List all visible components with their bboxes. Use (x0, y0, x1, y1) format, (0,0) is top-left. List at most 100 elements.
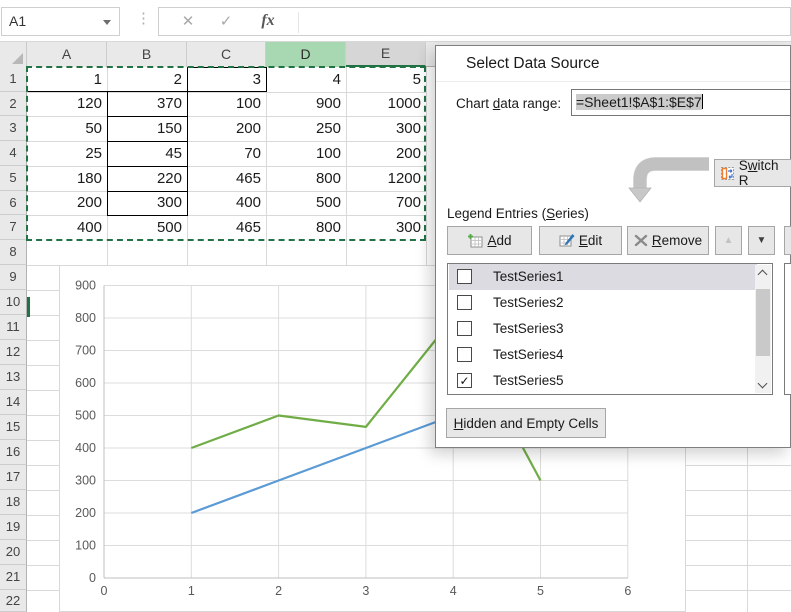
row-header-16[interactable]: 16 (0, 440, 27, 465)
move-up-button[interactable]: ▲ (715, 226, 742, 255)
formula-toolbar: A1 ⋮ ✕ ✓ fx (0, 0, 791, 41)
gridline (686, 490, 791, 491)
series-list-item[interactable]: TestSeries3 (449, 316, 757, 342)
insert-function-icon[interactable]: fx (255, 12, 281, 30)
row-header-3[interactable]: 3 (0, 116, 27, 141)
svg-text:500: 500 (75, 409, 96, 423)
svg-text:5: 5 (537, 584, 544, 598)
toolbar-grip-icon: ⋮ (136, 9, 151, 27)
add-series-button[interactable]: Add (447, 226, 532, 255)
row-header-19[interactable]: 19 (0, 515, 27, 540)
scrollbar-thumb[interactable] (756, 289, 770, 356)
svg-text:0: 0 (101, 584, 108, 598)
series-checkbox[interactable]: ✓ (457, 373, 472, 388)
move-up-icon: ▲ (724, 235, 734, 246)
row-header-22[interactable]: 22 (0, 590, 27, 612)
row-header-20[interactable]: 20 (0, 540, 27, 565)
row-header-4[interactable]: 4 (0, 141, 27, 166)
row-header-7[interactable]: 7 (0, 215, 27, 240)
chart-data-range-input[interactable]: =Sheet1!$A$1:$E$7 (571, 89, 791, 116)
move-down-button[interactable]: ▼ (748, 226, 775, 255)
remove-button-label: Remove (652, 233, 702, 248)
row-header-9[interactable]: 9 (0, 265, 27, 290)
row-header-14[interactable]: 14 (0, 390, 27, 415)
series-name: TestSeries4 (493, 347, 564, 362)
row-header-13[interactable]: 13 (0, 365, 27, 390)
hidden-and-empty-cells-button[interactable]: Hidden and Empty Cells (446, 408, 606, 438)
excel-window: A1 ⋮ ✕ ✓ fx A B C D E 1 2 3 4 5 6 7 8 9 … (0, 0, 791, 612)
row-header-18[interactable]: 18 (0, 490, 27, 515)
series-name: TestSeries1 (493, 269, 564, 284)
column-header-c[interactable]: C (187, 42, 266, 67)
flow-arrow-icon (621, 154, 711, 214)
scroll-down-icon[interactable] (758, 379, 768, 389)
row-header-17[interactable]: 17 (0, 465, 27, 490)
gridline (27, 565, 59, 566)
series-name: TestSeries3 (493, 321, 564, 336)
svg-text:900: 900 (75, 279, 96, 293)
add-icon (467, 233, 483, 248)
switch-row-column-button[interactable]: Switch R (714, 159, 791, 187)
hidden-button-label: Hidden and Empty Cells (454, 416, 599, 431)
series-list-item[interactable]: ✓ TestSeries5 (449, 368, 757, 394)
svg-text:200: 200 (75, 506, 96, 520)
enter-icon[interactable]: ✓ (213, 12, 239, 30)
gridline (27, 515, 59, 516)
row-header-8[interactable]: 8 (0, 240, 27, 265)
select-all-corner[interactable] (0, 42, 27, 67)
row-header-15[interactable]: 15 (0, 415, 27, 440)
gridline (27, 490, 59, 491)
series-checkbox[interactable] (457, 269, 472, 284)
gridline (27, 340, 59, 341)
chart-data-range-label: Chart data range: (456, 96, 561, 111)
row-header-21[interactable]: 21 (0, 565, 27, 590)
row-header-1[interactable]: 1 (0, 67, 27, 92)
edit-button-label: Edit (579, 233, 602, 248)
remove-series-button[interactable]: Remove (627, 226, 709, 255)
series-list-item[interactable]: TestSeries1 (449, 264, 757, 290)
row-header-10[interactable]: 10 (0, 290, 27, 315)
remove-icon (634, 234, 648, 247)
gridline (27, 540, 59, 541)
series-checkbox[interactable] (457, 321, 472, 336)
select-data-source-dialog: Select Data Source Chart data range: =Sh… (435, 45, 791, 448)
formula-bar[interactable]: ✕ ✓ fx (158, 7, 791, 36)
svg-text:6: 6 (624, 584, 631, 598)
row-header-2[interactable]: 2 (0, 92, 27, 116)
series-list-item[interactable]: TestSeries2 (449, 290, 757, 316)
row-header-12[interactable]: 12 (0, 340, 27, 365)
svg-text:4: 4 (450, 584, 457, 598)
dialog-title: Select Data Source (466, 55, 600, 73)
series-list-item[interactable]: TestSeries4 (449, 342, 757, 368)
name-box-dropdown-icon[interactable] (103, 20, 111, 25)
column-header-b[interactable]: B (107, 42, 187, 67)
series-checkbox[interactable] (457, 295, 472, 310)
column-header-e[interactable]: E (346, 42, 426, 67)
selection-marquee (26, 66, 426, 241)
series-checkbox[interactable] (457, 347, 472, 362)
switch-row-column-icon (720, 166, 735, 181)
text-cursor (702, 94, 703, 109)
row-header-6[interactable]: 6 (0, 191, 27, 215)
cancel-icon[interactable]: ✕ (175, 12, 201, 30)
svg-text:2: 2 (275, 584, 282, 598)
row-header-11[interactable]: 11 (0, 315, 27, 340)
edit-series-button[interactable]: Edit (539, 226, 622, 255)
series-name: TestSeries5 (493, 373, 564, 388)
column-header-d[interactable]: D (266, 42, 346, 67)
row-header-5[interactable]: 5 (0, 166, 27, 191)
svg-text:3: 3 (362, 584, 369, 598)
row-anchor-mark (27, 297, 30, 317)
svg-text:700: 700 (75, 344, 96, 358)
list-scrollbar[interactable] (755, 265, 771, 393)
name-box[interactable]: A1 (1, 7, 120, 36)
gridline (27, 465, 59, 466)
switch-button-label: Switch R (739, 158, 791, 188)
scroll-up-icon[interactable] (758, 270, 768, 280)
divider (436, 81, 790, 82)
column-header-a[interactable]: A (27, 42, 107, 67)
svg-text:600: 600 (75, 376, 96, 390)
select-all-icon (12, 53, 23, 64)
svg-text:400: 400 (75, 441, 96, 455)
gridline (686, 565, 791, 566)
